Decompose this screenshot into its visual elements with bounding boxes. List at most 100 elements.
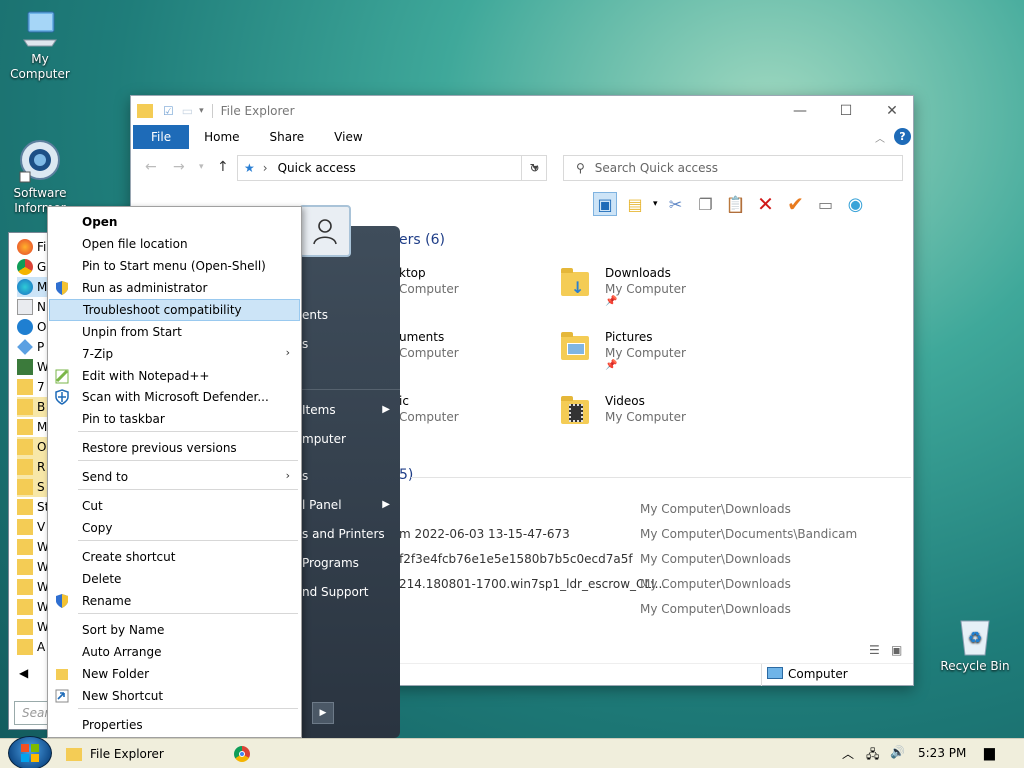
start-place-settings[interactable]: s <box>302 469 308 483</box>
rename-icon[interactable]: ▭ <box>814 192 838 216</box>
context-menu-item-new-folder[interactable]: New Folder <box>49 663 300 685</box>
start-place-recent-items[interactable]: Items <box>302 403 336 417</box>
start-place-documents[interactable]: ents <box>302 308 328 322</box>
downloads-folder-icon: ↓ <box>561 268 589 297</box>
tab-share[interactable]: Share <box>255 125 320 149</box>
context-menu-item-auto-arrange[interactable]: Auto Arrange <box>49 641 300 663</box>
start-place-default-programs[interactable]: Programs <box>302 556 359 570</box>
desktop-icon-my-computer[interactable]: My Computer <box>0 10 80 82</box>
dropdown-icon[interactable]: ▾ <box>653 199 658 209</box>
quick-access-item[interactable]: ic Computer <box>399 393 459 433</box>
quick-access-item-videos[interactable]: Videos My Computer <box>605 393 686 433</box>
app-icon <box>17 339 33 355</box>
quick-access-item[interactable]: ktop Computer <box>399 265 459 305</box>
back-arrow-icon[interactable]: ◀ <box>19 666 28 680</box>
shutdown-options-button[interactable]: ▶ <box>312 702 334 724</box>
taskbar: File Explorer ︿ 🖧 🔊 5:23 PM ▆ <box>0 736 1024 768</box>
context-menu-item-sort-by-name[interactable]: Sort by Name <box>49 619 300 641</box>
back-icon[interactable]: ← <box>145 159 157 175</box>
user-avatar[interactable] <box>299 205 351 257</box>
address-box[interactable]: ★ › Quick access ▾ <box>237 155 547 181</box>
folder-icon <box>17 499 33 515</box>
context-menu-item-unpin-from-start[interactable]: Unpin from Start <box>49 321 300 343</box>
tab-file[interactable]: File <box>133 125 190 149</box>
user-icon <box>313 219 337 245</box>
close-button[interactable]: ✕ <box>869 96 915 125</box>
desktop-icon-recycle-bin[interactable]: ♻ Recycle Bin <box>935 615 1015 674</box>
context-menu-item-rename[interactable]: Rename <box>49 590 300 612</box>
recent-locations-icon[interactable]: ▾ <box>199 162 204 172</box>
large-icons-view-icon[interactable]: ▣ <box>891 643 902 657</box>
context-menu-item-pin-to-taskbar[interactable]: Pin to taskbar <box>49 408 300 430</box>
copy-icon[interactable]: ❐ <box>694 192 718 216</box>
context-menu-item-delete[interactable]: Delete <box>49 568 300 590</box>
quick-access-item[interactable]: uments Computer <box>399 329 459 369</box>
context-menu-item-troubleshoot-compatibility[interactable]: Troubleshoot compatibility <box>49 299 300 321</box>
taskbar-app-file-explorer[interactable]: File Explorer <box>66 742 164 766</box>
frequent-folders-header[interactable]: ers (6) <box>399 232 445 248</box>
tab-view[interactable]: View <box>319 125 377 149</box>
details-view-icon[interactable]: ☰ <box>869 643 880 657</box>
folder-options-icon[interactable]: ▤ <box>623 192 647 216</box>
preview-pane-icon[interactable]: ▣ <box>593 192 617 216</box>
ribbon-expand-icon[interactable]: ︿ <box>875 130 885 145</box>
context-menu-item-scan-with-microsoft-defender[interactable]: Scan with Microsoft Defender... <box>49 386 300 408</box>
start-place-devices-printers[interactable]: s and Printers <box>302 527 385 541</box>
globe-icon[interactable]: ◉ <box>844 192 868 216</box>
context-menu-item-restore-previous-versions[interactable]: Restore previous versions <box>49 437 300 459</box>
start-place-pictures[interactable]: s <box>302 337 308 351</box>
context-menu-item-copy[interactable]: Copy <box>49 517 300 539</box>
start-button[interactable] <box>8 736 52 768</box>
notifications-icon[interactable]: ▆ <box>984 745 995 761</box>
context-menu-item-create-shortcut[interactable]: Create shortcut <box>49 546 300 568</box>
properties-icon[interactable]: ☑ <box>163 104 174 118</box>
context-menu-item-pin-to-start-menu-open-shell[interactable]: Pin to Start menu (Open-Shell) <box>49 255 300 277</box>
context-menu-label: Cut <box>82 499 103 513</box>
ribbon: File Home Share View ︿ ? <box>131 125 913 149</box>
new-folder-icon[interactable]: ▭ <box>182 104 193 118</box>
minimize-button[interactable]: — <box>777 96 823 125</box>
help-icon[interactable]: ? <box>894 128 911 145</box>
volume-icon[interactable]: 🔊 <box>890 745 905 759</box>
shield-icon <box>54 593 70 609</box>
start-place-control-panel[interactable]: l Panel <box>302 498 342 512</box>
paste-icon[interactable]: 📋 <box>724 192 748 216</box>
show-hidden-icons[interactable]: ︿ <box>842 745 854 762</box>
submenu-arrow-icon: › <box>285 346 290 359</box>
context-menu-item-run-as-administrator[interactable]: Run as administrator <box>49 277 300 299</box>
context-menu-item-properties[interactable]: Properties <box>49 714 300 736</box>
context-menu-item-edit-with-notepad[interactable]: Edit with Notepad++ <box>49 365 300 387</box>
context-menu-item-send-to[interactable]: Send to › <box>49 466 300 488</box>
tab-home[interactable]: Home <box>189 125 254 149</box>
network-icon[interactable]: 🖧 <box>866 745 879 766</box>
forward-icon[interactable]: → <box>173 159 185 175</box>
onedrive-icon <box>17 319 33 335</box>
firefox-icon <box>17 239 33 255</box>
checkmark-icon[interactable]: ✔ <box>784 192 808 216</box>
context-menu-item-open[interactable]: Open <box>49 211 300 233</box>
places-divider <box>300 389 400 390</box>
refresh-button[interactable]: ↻ <box>521 155 547 181</box>
quick-access-dropdown-icon[interactable]: ▾ <box>199 106 204 116</box>
shield-icon <box>54 280 70 296</box>
context-menu-item-7-zip[interactable]: 7-Zip › <box>49 343 300 365</box>
search-box[interactable]: ⚲ Search Quick access <box>563 155 903 181</box>
context-menu-item-open-file-location[interactable]: Open file location <box>49 233 300 255</box>
context-menu-label: Pin to taskbar <box>82 412 165 426</box>
taskbar-app-chrome[interactable] <box>234 746 250 762</box>
start-place-help-support[interactable]: nd Support <box>302 585 368 599</box>
quick-access-item-pictures[interactable]: Pictures My Computer <box>605 329 686 369</box>
context-menu-label: 7-Zip <box>82 347 114 361</box>
quick-access-item-downloads[interactable]: Downloads My Computer <box>605 265 686 305</box>
cut-icon[interactable]: ✂ <box>664 192 688 216</box>
delete-icon[interactable]: ✕ <box>754 192 778 216</box>
maximize-button[interactable]: ☐ <box>823 96 869 125</box>
up-icon[interactable]: ↑ <box>217 159 229 175</box>
start-place-computer[interactable]: mputer <box>302 432 346 446</box>
recent-files-header[interactable]: 5) <box>399 467 413 483</box>
clock[interactable]: 5:23 PM <box>918 746 966 760</box>
folder-icon <box>137 103 153 118</box>
context-menu-item-new-shortcut[interactable]: New Shortcut <box>49 685 300 707</box>
context-menu-item-cut[interactable]: Cut <box>49 495 300 517</box>
folder-icon <box>66 747 82 761</box>
